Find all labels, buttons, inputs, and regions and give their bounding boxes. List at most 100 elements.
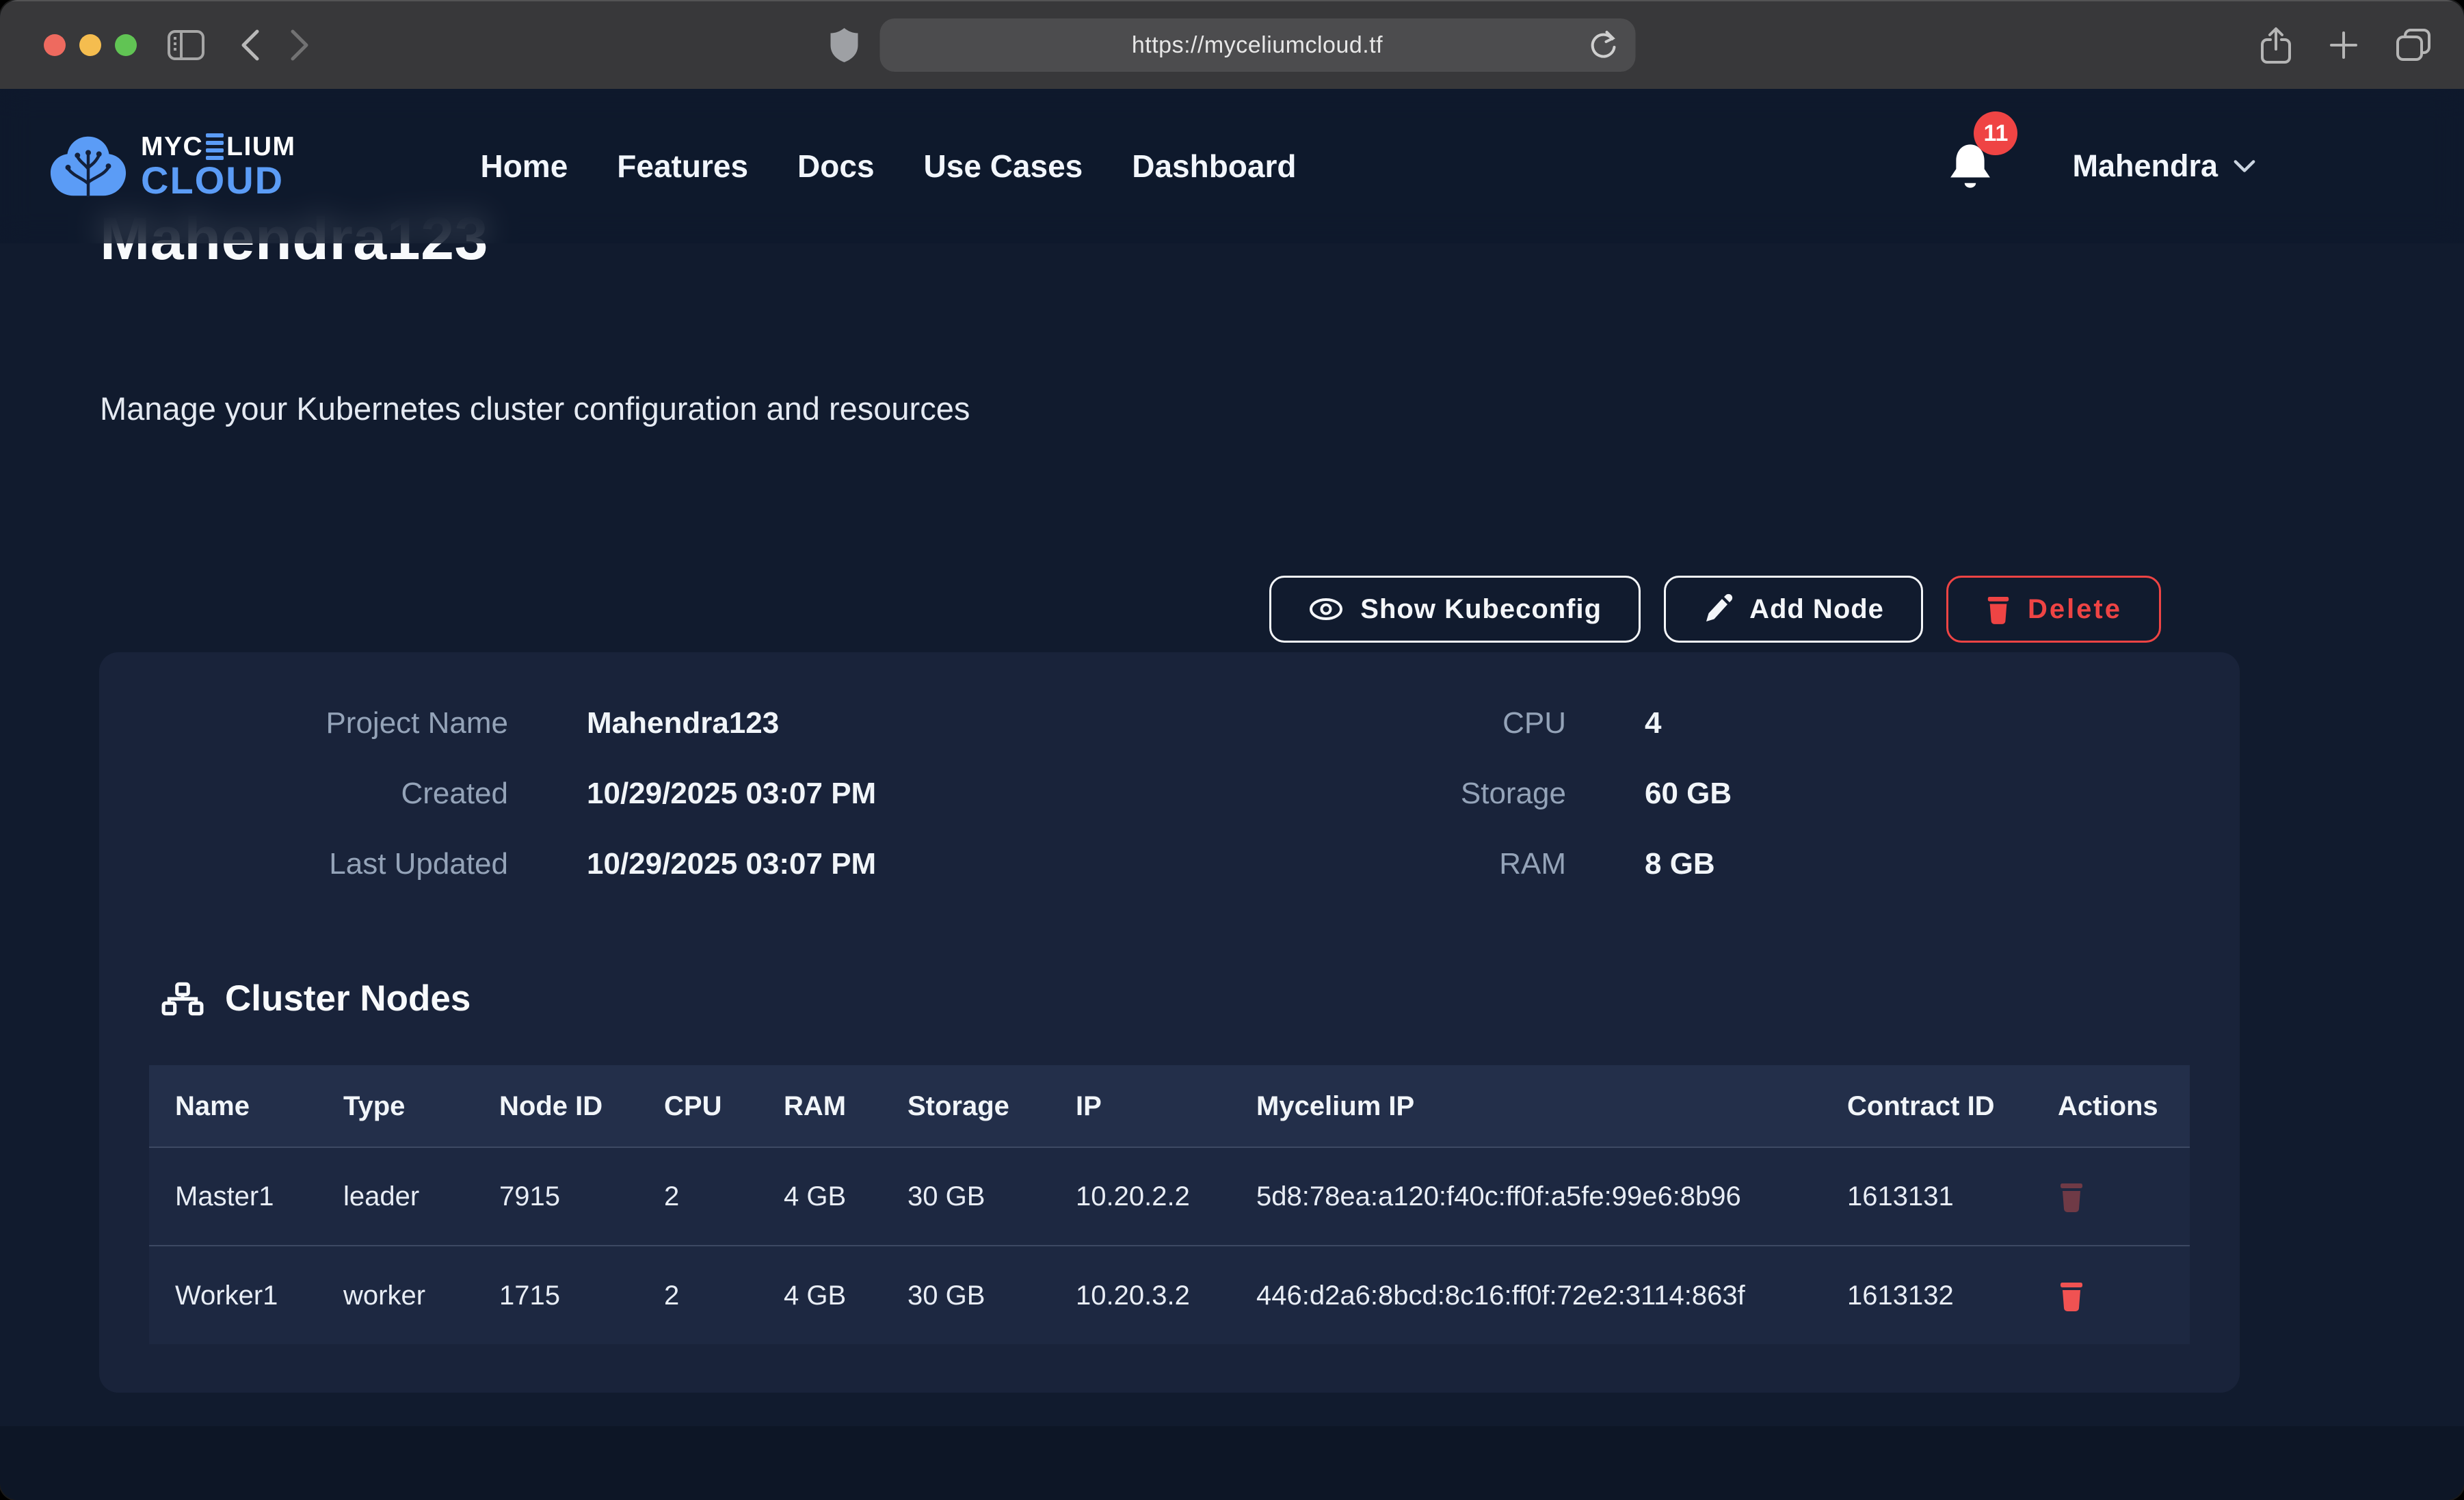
tab-overview-button[interactable] xyxy=(2396,28,2431,62)
cell-contract-id: 1613131 xyxy=(1821,1147,2032,1246)
fullscreen-button[interactable] xyxy=(115,34,137,56)
table-row: Master1leader791524 GB30 GB10.20.2.25d8:… xyxy=(149,1147,2190,1246)
site-header: MYC LIUM CLOUD Home Features Docs Use Cases… xyxy=(0,89,2464,243)
reload-icon[interactable] xyxy=(1589,29,1617,61)
info-value: 10/29/2025 03:07 PM xyxy=(587,829,1255,899)
new-tab-button[interactable] xyxy=(2329,30,2359,60)
plus-icon xyxy=(2329,30,2359,60)
share-icon xyxy=(2260,26,2292,64)
forward-button[interactable] xyxy=(289,28,312,62)
tabs-icon xyxy=(2396,28,2431,62)
mycelium-cloud-logo-icon xyxy=(48,131,129,202)
cell-ram: 4 GB xyxy=(758,1246,882,1344)
window-controls xyxy=(44,34,137,56)
nav-link-features[interactable]: Features xyxy=(617,148,748,185)
cell-storage: 30 GB xyxy=(882,1246,1050,1344)
column-header: Node ID xyxy=(473,1065,638,1147)
browser-toolbar: https://myceliumcloud.tf xyxy=(0,0,2464,89)
url-text: https://myceliumcloud.tf xyxy=(1132,32,1383,59)
info-label: CPU xyxy=(1334,688,1566,758)
column-header: Contract ID xyxy=(1821,1065,2032,1147)
sidebar-icon xyxy=(167,29,205,61)
cell-ram: 4 GB xyxy=(758,1147,882,1246)
logo-top-post: LIUM xyxy=(226,133,295,160)
nav-link-home[interactable]: Home xyxy=(480,148,568,185)
share-button[interactable] xyxy=(2260,26,2292,64)
column-header: RAM xyxy=(758,1065,882,1147)
add-node-button[interactable]: Add Node xyxy=(1664,576,1923,643)
notifications-button[interactable]: 11 xyxy=(1948,142,1993,191)
notification-badge: 11 xyxy=(1974,111,2017,155)
user-menu[interactable]: Mahendra xyxy=(2072,148,2256,184)
network-nodes-icon xyxy=(161,981,204,1017)
page-content: Mahendra123 Manage your Kubernetes clust… xyxy=(0,89,2464,1500)
info-value: 60 GB xyxy=(1645,758,2188,829)
page-subtitle: Manage your Kubernetes cluster configura… xyxy=(100,390,970,427)
cell-actions xyxy=(2032,1147,2190,1246)
delete-node-button[interactable] xyxy=(2058,1180,2085,1213)
section-title: Cluster Nodes xyxy=(225,978,471,1019)
user-name: Mahendra xyxy=(2072,148,2218,184)
cluster-nodes-heading: Cluster Nodes xyxy=(161,978,471,1019)
address-bar[interactable]: https://myceliumcloud.tf xyxy=(879,18,1635,72)
info-value: Mahendra123 xyxy=(587,688,1255,758)
delete-label: Delete xyxy=(2028,594,2122,625)
nav-link-use-cases[interactable]: Use Cases xyxy=(924,148,1083,185)
cluster-details-card: Project Name Mahendra123 CPU 4 Created 10/29/… xyxy=(99,652,2240,1393)
nav-link-docs[interactable]: Docs xyxy=(797,148,874,185)
eye-icon xyxy=(1308,597,1344,621)
cell-name: Worker1 xyxy=(149,1246,317,1344)
logo-e-bars xyxy=(206,133,224,160)
cell-storage: 30 GB xyxy=(882,1147,1050,1246)
delete-node-button[interactable] xyxy=(2058,1279,2085,1312)
show-kubeconfig-button[interactable]: Show Kubeconfig xyxy=(1269,576,1641,643)
info-label: Last Updated xyxy=(150,829,508,899)
info-value: 8 GB xyxy=(1645,829,2188,899)
cell-name: Master1 xyxy=(149,1147,317,1246)
chevron-left-icon xyxy=(238,28,261,62)
cell-actions xyxy=(2032,1246,2190,1344)
add-node-label: Add Node xyxy=(1749,594,1884,625)
cell-cpu: 2 xyxy=(638,1147,758,1246)
chevron-right-icon xyxy=(289,28,312,62)
cell-type: leader xyxy=(317,1147,473,1246)
sidebar-toggle-button[interactable] xyxy=(167,29,205,61)
show-kubeconfig-label: Show Kubeconfig xyxy=(1360,594,1602,625)
column-header: Name xyxy=(149,1065,317,1147)
cell-contract-id: 1613132 xyxy=(1821,1246,2032,1344)
logo-top-pre: MYC xyxy=(141,133,203,160)
info-label: Created xyxy=(150,758,508,829)
column-header: CPU xyxy=(638,1065,758,1147)
logo-bottom: CLOUD xyxy=(141,161,295,200)
column-header: Type xyxy=(317,1065,473,1147)
trash-icon xyxy=(1985,593,2011,625)
logo[interactable]: MYC LIUM CLOUD xyxy=(48,131,295,202)
table-row: Worker1worker171524 GB30 GB10.20.3.2446:… xyxy=(149,1246,2190,1344)
info-label: Project Name xyxy=(150,688,508,758)
minimize-button[interactable] xyxy=(79,34,101,56)
nav-link-dashboard[interactable]: Dashboard xyxy=(1132,148,1296,185)
info-value: 10/29/2025 03:07 PM xyxy=(587,758,1255,829)
delete-cluster-button[interactable]: Delete xyxy=(1946,576,2161,643)
pencil-icon xyxy=(1703,593,1733,625)
main-nav: Home Features Docs Use Cases Dashboard xyxy=(480,148,1296,185)
privacy-shield-icon[interactable] xyxy=(829,27,859,64)
cluster-info-grid: Project Name Mahendra123 CPU 4 Created 10/29/… xyxy=(99,652,2240,899)
column-header: Actions xyxy=(2032,1065,2190,1147)
close-button[interactable] xyxy=(44,34,66,56)
cell-ip: 10.20.2.2 xyxy=(1050,1147,1230,1246)
info-value: 4 xyxy=(1645,688,2188,758)
info-label: RAM xyxy=(1334,829,1566,899)
cell-cpu: 2 xyxy=(638,1246,758,1344)
cluster-nodes-table: NameTypeNode IDCPURAMStorageIPMycelium I… xyxy=(149,1065,2190,1344)
cell-type: worker xyxy=(317,1246,473,1344)
cell-node-id: 7915 xyxy=(473,1147,638,1246)
back-button[interactable] xyxy=(238,28,261,62)
column-header: IP xyxy=(1050,1065,1230,1147)
cell-node-id: 1715 xyxy=(473,1246,638,1344)
logo-text: MYC LIUM CLOUD xyxy=(141,133,295,200)
column-header: Mycelium IP xyxy=(1230,1065,1821,1147)
column-header: Storage xyxy=(882,1065,1050,1147)
info-label: Storage xyxy=(1334,758,1566,829)
chevron-down-icon xyxy=(2233,159,2256,174)
